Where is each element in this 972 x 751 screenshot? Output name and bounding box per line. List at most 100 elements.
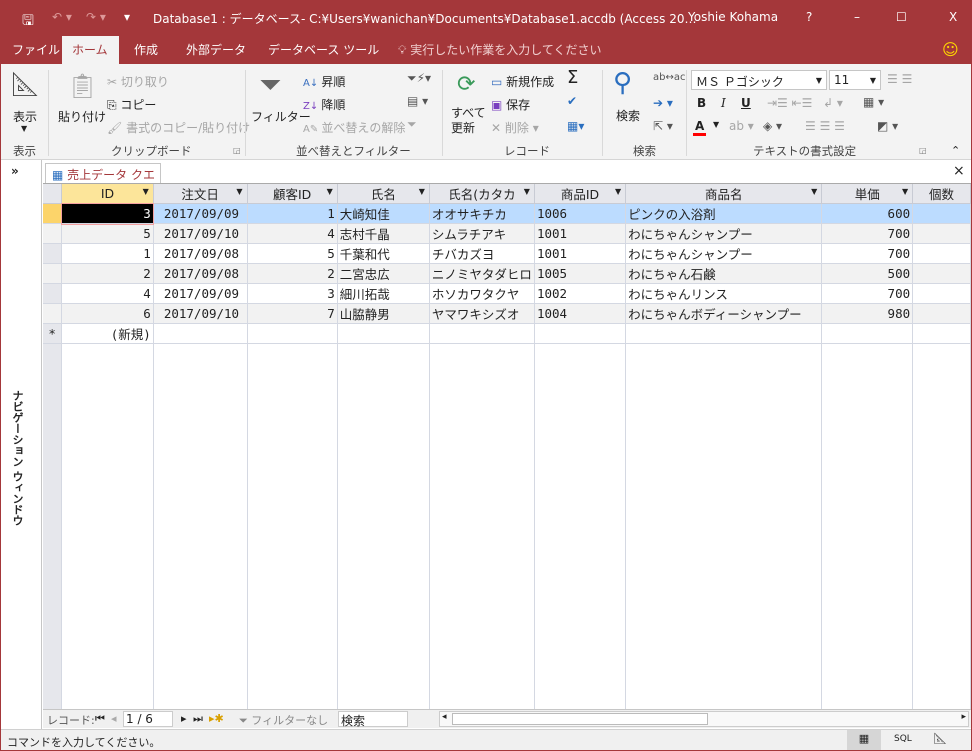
new-record-nav-icon[interactable]: ▸✱ [209,712,224,725]
table-cell[interactable] [912,203,971,224]
table-cell[interactable] [912,263,971,284]
table-cell[interactable]: オオサキチカ [429,203,535,224]
table-cell[interactable] [912,243,971,264]
table-cell[interactable]: 4 [61,283,154,304]
font-size-select[interactable]: 11 ▼ [829,70,881,90]
format-painter-button[interactable]: 🖌︎ 書式のコピー/貼り付け [107,119,250,136]
rtl-icon[interactable]: ↲ ▾ [823,96,843,110]
table-cell[interactable] [153,323,248,344]
new-record-button[interactable]: ▭ 新規作成 [491,73,554,90]
column-header[interactable]: 氏名 ▼ [337,184,430,204]
document-tab[interactable]: ▦ 売上データ クエリ [45,163,161,199]
dialog-launcher-icon[interactable]: ◲ [919,146,927,155]
replace-icon[interactable]: ab↔ac [653,72,685,83]
navigation-pane[interactable]: » ナビゲーション ウィンドウ [1,160,42,729]
tab-create[interactable]: 作成 [124,36,168,64]
design-view-icon[interactable]: 📐︎ [933,732,947,745]
spelling-icon[interactable]: ✔ [567,94,577,108]
table-cell[interactable]: チバカズヨ [429,243,535,264]
minimize-button[interactable]: – [854,10,860,24]
advanced-filter-icon[interactable]: ▤ ▾ [407,94,428,108]
sort-ascending-button[interactable]: A↓ 昇順 [303,73,345,90]
sql-view-button[interactable]: SQL [894,734,912,744]
table-cell[interactable]: 二宮忠広 [337,263,430,284]
column-header[interactable]: 氏名(カタカ ▼ [429,184,535,204]
table-cell[interactable]: 1 [61,243,154,264]
datasheet-view-icon[interactable]: ▦ [847,730,881,750]
font-color-dropdown[interactable]: ▼ [713,120,719,129]
table-cell[interactable]: 1002 [534,283,627,304]
table-cell[interactable]: ヤマワキシズオ [429,303,535,324]
bold-button[interactable]: B [697,96,706,110]
save-record-button[interactable]: ▣ 保存 [491,96,530,113]
column-header[interactable]: 顧客ID ▼ [247,184,338,204]
table-row[interactable]: 6 2017/09/10 7 山脇静男 ヤマワキシズオ 1004 わにちゃんボディーシャンプ… [43,303,971,324]
select-cursor-icon[interactable]: ⇱ ▾ [653,119,673,133]
column-filter-dropdown-icon[interactable]: ▼ [143,187,149,196]
table-cell[interactable] [821,323,914,344]
table-cell[interactable]: 980 [821,303,914,324]
table-cell[interactable]: 2017/09/10 [153,223,248,244]
table-cell[interactable]: 2017/09/09 [153,203,248,224]
font-name-select[interactable]: ＭＳ Ｐゴシック ▼ [691,70,827,90]
fill-color-icon[interactable]: ◈ ▾ [763,119,782,133]
user-name[interactable]: Yoshie Kohama [688,10,778,24]
delete-record-button[interactable]: ✕ 削除 ▾ [491,119,539,136]
undo-icon[interactable]: ↶ ▾ [52,10,72,24]
scrollbar-thumb[interactable] [452,713,708,725]
row-selector[interactable] [43,223,63,244]
alternate-row-color-icon[interactable]: ◩ ▾ [877,119,898,133]
navigation-pane-label[interactable]: ナビゲーション ウィンドウ [9,390,25,526]
row-selector[interactable] [43,243,63,264]
gridlines-icon[interactable]: ▦ ▾ [863,95,884,109]
table-cell[interactable]: わにちゃん石鹸 [625,263,823,284]
maximize-button[interactable]: ☐ [896,10,907,24]
table-cell[interactable]: 志村千晶 [337,223,430,244]
goto-arrow-icon[interactable]: ➔ ▾ [653,96,673,110]
table-cell[interactable]: わにちゃんリンス [625,283,823,304]
column-header[interactable]: ID ▼ [61,184,154,204]
table-cell[interactable] [912,283,971,304]
table-row[interactable]: 1 2017/09/08 5 千葉和代 チバカズヨ 1001 わにちゃんシャンプー 700 [43,243,971,264]
table-row[interactable]: 3 2017/09/09 1 大崎知佳 オオサキチカ 1006 ピンクの入浴剤 600 [43,202,971,225]
table-cell[interactable] [429,323,535,344]
underline-button[interactable]: U [741,96,751,110]
table-cell[interactable]: 1001 [534,223,627,244]
selection-filter-icon[interactable]: ⏷⚡▾ [407,71,431,86]
table-cell[interactable]: 3 [60,202,155,225]
table-cell[interactable] [534,323,627,344]
column-filter-dropdown-icon[interactable]: ▼ [902,187,908,196]
table-cell[interactable]: 5 [247,243,338,264]
save-icon[interactable]: 🖫 [22,10,34,34]
bullets-icon[interactable]: ☰ ☰ [887,72,912,86]
table-cell[interactable]: (新規) [61,323,154,344]
find-button[interactable]: 検索 [616,107,640,124]
totals-sigma-icon[interactable]: Σ [567,67,578,88]
table-cell[interactable]: 千葉和代 [337,243,430,264]
remove-sort-button[interactable]: A✎ 並べ替えの解除 [303,119,405,136]
copy-button[interactable]: ⎘ コピー [107,96,156,113]
column-header[interactable]: 注文日 ▼ [153,184,248,204]
column-filter-dropdown-icon[interactable]: ▼ [327,187,333,196]
tab-database-tools[interactable]: データベース ツール [258,36,389,64]
sort-descending-button[interactable]: Z↓ 降順 [303,96,345,113]
table-cell[interactable] [912,323,971,344]
dialog-launcher-icon[interactable]: ◲ [233,146,241,155]
paste-button[interactable]: 貼り付け [58,108,106,125]
table-cell[interactable]: 1001 [534,243,627,264]
redo-icon[interactable]: ↷ ▾ [86,10,106,24]
column-header[interactable]: 個数 [912,184,971,204]
filter-status-button[interactable]: ⏷ フィルターなし [239,712,328,728]
table-cell[interactable]: 600 [821,203,914,224]
table-cell[interactable]: 2017/09/09 [153,283,248,304]
column-filter-dropdown-icon[interactable]: ▼ [524,187,530,196]
last-record-icon[interactable]: ⏭ [193,712,203,726]
column-header[interactable]: 商品名 ▼ [625,184,823,204]
tab-home[interactable]: ホーム [62,36,119,64]
table-row[interactable]: 5 2017/09/10 4 志村千晶 シムラチアキ 1001 わにちゃんシャンプー 700 [43,223,971,244]
collapse-ribbon-icon[interactable]: ⌃ [951,144,960,157]
row-selector[interactable] [43,263,63,284]
table-cell[interactable]: 2017/09/08 [153,263,248,284]
new-record-row[interactable]: * (新規) [43,323,971,344]
column-filter-dropdown-icon[interactable]: ▼ [811,187,817,196]
